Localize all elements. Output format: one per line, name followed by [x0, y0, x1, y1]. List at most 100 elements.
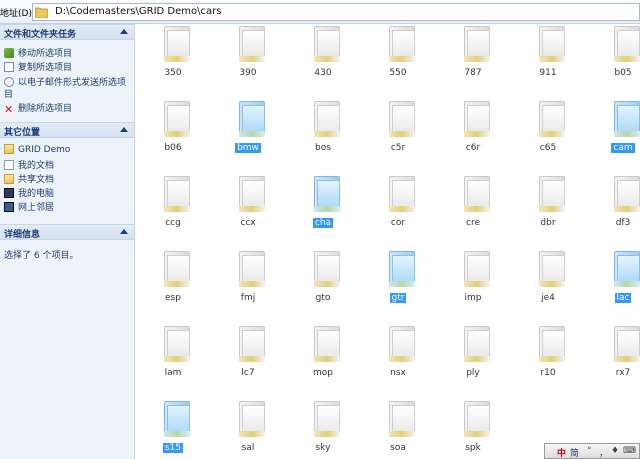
chevron-up-icon[interactable] — [120, 29, 128, 34]
folder-item[interactable]: spk — [443, 401, 503, 459]
folder-label: 787 — [464, 68, 482, 78]
folder-icon — [614, 326, 640, 362]
folder-item[interactable]: esp — [143, 251, 203, 321]
folder-item[interactable]: gto — [293, 251, 353, 321]
folder-label: 911 — [539, 68, 557, 78]
folder-icon — [389, 101, 415, 137]
folder-item[interactable]: c6r — [443, 101, 503, 171]
address-input[interactable]: D:\Codemasters\GRID Demo\cars — [32, 3, 640, 21]
folder-icon — [239, 326, 265, 362]
folder-item[interactable]: lac — [593, 251, 640, 321]
folder-item[interactable]: lc7 — [218, 326, 278, 396]
folder-item[interactable]: r10 — [518, 326, 578, 396]
task-copy[interactable]: 复制所选项目 — [4, 60, 72, 73]
task-move-label: 移动所选项目 — [18, 49, 73, 59]
folder-label: imp — [464, 293, 482, 303]
folder-item[interactable]: gtr — [368, 251, 428, 321]
folder-item[interactable]: rx7 — [593, 326, 640, 396]
folder-icon — [164, 326, 190, 362]
folder-item[interactable]: bos — [293, 101, 353, 171]
folder-item[interactable]: soa — [368, 401, 428, 459]
file-tasks-header[interactable]: 文件和文件夹任务 — [0, 24, 134, 40]
folder-item[interactable]: fmj — [218, 251, 278, 321]
folder-item[interactable]: nsx — [368, 326, 428, 396]
place-my-computer[interactable]: 我的电脑 — [4, 186, 54, 199]
folder-item[interactable]: ccx — [218, 176, 278, 246]
folder-item[interactable]: cam — [593, 101, 640, 171]
folder-item[interactable]: s15 — [143, 401, 203, 459]
task-email[interactable]: 以电子邮件形式发送所选项 — [4, 75, 126, 88]
folder-item[interactable]: sal — [218, 401, 278, 459]
folder-item[interactable]: 787 — [443, 26, 503, 96]
place-shared-documents[interactable]: 共享文档 — [4, 172, 54, 185]
folder-item[interactable]: df3 — [593, 176, 640, 246]
folder-item[interactable]: je4 — [518, 251, 578, 321]
folder-item[interactable]: cor — [368, 176, 428, 246]
folder-item[interactable]: lam — [143, 326, 203, 396]
folder-icon — [164, 26, 190, 62]
folder-item[interactable]: 430 — [293, 26, 353, 96]
folder-icon — [314, 176, 340, 212]
folder-item[interactable]: 350 — [143, 26, 203, 96]
folder-item[interactable]: c65 — [518, 101, 578, 171]
folder-item[interactable]: c5r — [368, 101, 428, 171]
folder-item[interactable]: cha — [293, 176, 353, 246]
address-label: 地址(D) — [0, 9, 32, 19]
ime-skin-icon[interactable]: ♦ — [611, 446, 619, 456]
folder-item[interactable]: b06 — [143, 101, 203, 171]
file-tasks-title: 文件和文件夹任务 — [4, 30, 77, 40]
chevron-up-icon[interactable] — [120, 229, 128, 234]
folder-icon — [4, 144, 14, 154]
folder-item[interactable]: dbr — [518, 176, 578, 246]
other-places-title: 其它位置 — [4, 128, 41, 138]
folder-icon — [539, 251, 565, 287]
details-text: 选择了 6 个项目。 — [4, 251, 79, 261]
folder-item[interactable]: 550 — [368, 26, 428, 96]
folder-item[interactable]: mop — [293, 326, 353, 396]
folder-label: df3 — [615, 218, 631, 228]
chevron-up-icon[interactable] — [120, 127, 128, 132]
folder-item[interactable]: 911 — [518, 26, 578, 96]
task-move[interactable]: 移动所选项目 — [4, 46, 72, 59]
folder-icon — [614, 101, 640, 137]
folder-label: cre — [466, 218, 480, 228]
folder-item[interactable]: bmw — [218, 101, 278, 171]
place-my-documents[interactable]: 我的文档 — [4, 158, 54, 171]
folder-item[interactable]: imp — [443, 251, 503, 321]
ime-degree-icon[interactable]: ° — [587, 446, 592, 456]
folder-icon — [464, 26, 490, 62]
ime-mode[interactable]: 中 — [557, 446, 566, 459]
folder-label: spk — [465, 443, 481, 453]
folder-item[interactable]: ccg — [143, 176, 203, 246]
folder-label: c5r — [390, 143, 406, 153]
folder-icon — [389, 26, 415, 62]
folder-label: 350 — [164, 68, 182, 78]
other-places-header[interactable]: 其它位置 — [0, 122, 134, 138]
ime-toolbar[interactable]: 中 简 ° ， ♦ ⌨ — [544, 443, 640, 459]
ime-punct-icon[interactable]: ， — [599, 446, 608, 459]
folder-item[interactable]: sky — [293, 401, 353, 459]
folder-icon — [464, 251, 490, 287]
place-network[interactable]: 网上邻居 — [4, 200, 54, 213]
folder-icon — [614, 26, 640, 62]
folder-item[interactable]: cre — [443, 176, 503, 246]
folder-icon — [539, 326, 565, 362]
folder-item[interactable]: ply — [443, 326, 503, 396]
details-header[interactable]: 详细信息 — [0, 224, 134, 240]
ime-keyboard-icon[interactable]: ⌨ — [623, 446, 636, 456]
folder-label: c6r — [465, 143, 481, 153]
place-grid-demo[interactable]: GRID Demo — [4, 144, 70, 155]
task-delete[interactable]: ✕ 删除所选项目 — [4, 101, 72, 115]
folder-label: dbr — [540, 218, 556, 228]
ime-variant[interactable]: 简 — [570, 446, 579, 459]
task-email-label-cont[interactable]: 目 — [4, 87, 13, 100]
folder-item[interactable]: b05 — [593, 26, 640, 96]
file-view[interactable]: 350 390 430 550 787 911 b05 b06 bmw bos c5r c6r c65 c… — [135, 24, 640, 459]
folder-label: ccx — [240, 218, 256, 228]
folder-item[interactable]: 390 — [218, 26, 278, 96]
network-icon — [4, 202, 14, 212]
folder-label: c65 — [539, 143, 557, 153]
folder-label: je4 — [541, 293, 555, 303]
mail-icon — [4, 77, 14, 87]
folder-icon — [539, 176, 565, 212]
